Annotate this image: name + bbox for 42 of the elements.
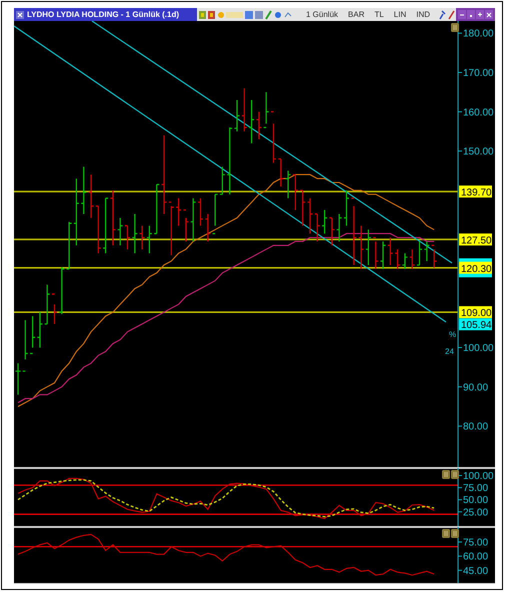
toolbar-menu[interactable]: IND: [416, 10, 430, 18]
price-label: 109.00: [459, 306, 492, 320]
toolbar-menu[interactable]: BAR: [348, 10, 364, 18]
panel-button-icon[interactable]: [451, 470, 459, 479]
minimize-icon[interactable]: [458, 10, 466, 19]
trend-line[interactable]: [92, 21, 452, 264]
toolbar-menu[interactable]: 1 Günlük: [306, 10, 338, 18]
axis-label: 75.00: [463, 483, 488, 494]
axis-label: 60.00: [463, 552, 488, 563]
axis-label: 45.00: [463, 566, 488, 577]
price-label: 120.30: [459, 262, 492, 275]
maximize-icon[interactable]: [476, 10, 484, 19]
axis-label: 50.00: [463, 495, 488, 506]
axis-label: 80.00: [463, 422, 488, 433]
panel-button-icon[interactable]: [442, 470, 450, 479]
axis-label: 160.00: [463, 107, 494, 118]
toolbar-menu[interactable]: TL: [374, 10, 384, 18]
trend-tag: 24: [445, 347, 454, 356]
panel-button-icon[interactable]: [451, 529, 459, 538]
window-icon: [16, 10, 24, 18]
trend-tag: %: [449, 330, 456, 339]
pin-icon[interactable]: [438, 10, 446, 20]
restore-icon[interactable]: [467, 10, 475, 19]
price-label: 127.50: [459, 233, 492, 246]
axis-label: 170.00: [463, 68, 494, 79]
panel-button-icon[interactable]: [451, 23, 459, 32]
trend-line[interactable]: [14, 26, 446, 322]
toolbar-menu[interactable]: LIN: [394, 10, 406, 18]
axis-label: 75.00: [463, 537, 488, 548]
axis-label: 100.00: [463, 343, 494, 354]
window-title: LYDHO LYDIA HOLDING - 1 Günlük (.1d): [27, 10, 180, 18]
price-label: 139.70: [459, 186, 492, 199]
close-icon[interactable]: [485, 10, 493, 19]
axis-label: 150.00: [463, 146, 494, 158]
axis-label: 90.00: [463, 382, 488, 394]
axis-label: 180.00: [463, 28, 494, 40]
panel-button-icon[interactable]: [442, 529, 450, 538]
axis-label: 25.00: [463, 507, 488, 518]
pencil-icon[interactable]: [448, 10, 456, 20]
price-label: 105.94: [459, 318, 492, 332]
pencil-icon[interactable]: [265, 10, 272, 20]
axis-label: 100.00: [463, 471, 494, 482]
